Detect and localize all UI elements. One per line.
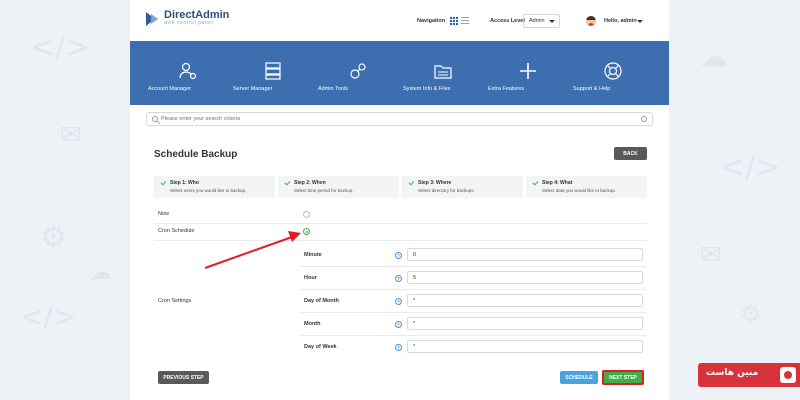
day-of-month-field[interactable]: * <box>407 294 643 307</box>
watermark-badge: مبین هاست <box>698 363 800 387</box>
watermark-text: مبین هاست <box>706 368 759 378</box>
list-view-icon[interactable] <box>461 17 469 25</box>
menu-label: Support & Help <box>573 86 611 92</box>
help-icon[interactable]: ? <box>395 275 402 282</box>
menu-support-help[interactable]: Support & Help <box>573 61 653 92</box>
access-level-select[interactable]: Admin <box>523 14 560 28</box>
step-title: Step 3: Where <box>418 180 452 186</box>
step-title: Step 2: When <box>294 180 326 186</box>
step-2[interactable]: Step 2: When Select time period for back… <box>278 176 399 198</box>
help-icon[interactable]: ? <box>395 298 402 305</box>
now-label: Now <box>158 211 170 217</box>
chevron-down-icon[interactable] <box>637 20 643 23</box>
now-radio[interactable] <box>303 211 310 218</box>
logo-icon <box>146 11 160 26</box>
step-3[interactable]: Step 3: Where Select directory for backu… <box>402 176 523 198</box>
menu-admin-tools[interactable]: Admin Tools <box>318 61 398 92</box>
server-icon <box>265 62 281 80</box>
page-title: Schedule Backup <box>154 149 238 160</box>
cron-schedule-radio[interactable] <box>303 228 310 235</box>
access-level-label: Access Level <box>490 18 525 24</box>
day-of-week-label: Day of Week <box>304 344 337 350</box>
avatar[interactable] <box>586 16 596 26</box>
day-of-week-field[interactable]: * <box>407 340 643 353</box>
step-4[interactable]: Step 4: What Select data you would like … <box>526 176 647 198</box>
top-bar: DirectAdmin web control panel Navigation… <box>130 0 669 41</box>
user-greeting[interactable]: Hello, admin <box>604 18 637 24</box>
row-divider <box>154 240 647 241</box>
menu-extra-features[interactable]: Extra Features <box>488 61 568 92</box>
check-icon <box>408 179 415 186</box>
search-icon <box>152 116 158 122</box>
menu-account-manager[interactable]: Account Manager <box>148 61 228 92</box>
hour-field[interactable]: 5 <box>407 271 643 284</box>
menu-label: Extra Features <box>488 86 525 92</box>
row-divider <box>300 335 647 336</box>
month-label: Month <box>304 321 321 327</box>
users-gear-icon <box>179 62 197 80</box>
folder-icon <box>434 65 452 79</box>
step-title: Step 4: What <box>542 180 573 186</box>
menu-label: System Info & Files <box>403 86 451 92</box>
help-icon[interactable]: ? <box>395 344 402 351</box>
menu-label: Account Manager <box>148 86 192 92</box>
next-step-button[interactable]: NEXT STEP <box>602 370 644 385</box>
row-divider <box>300 266 647 267</box>
step-description: Select users you would like to backup. <box>170 188 247 193</box>
chevron-down-icon <box>549 20 555 23</box>
previous-step-button[interactable]: PREVIOUS STEP <box>158 371 209 384</box>
step-description: Select time period for backup. <box>294 188 354 193</box>
watermark-logo-icon <box>780 367 796 383</box>
main-panel: DirectAdmin web control panel Navigation… <box>130 0 669 400</box>
search-input[interactable] <box>161 114 631 124</box>
menu-server-manager[interactable]: Server Manager <box>233 61 313 92</box>
search-bar <box>146 112 653 126</box>
grid-view-icon[interactable] <box>450 17 458 25</box>
navigation-label: Navigation <box>417 18 446 24</box>
menu-label: Server Manager <box>233 86 273 92</box>
step-1[interactable]: Step 1: Who Select users you would like … <box>154 176 275 198</box>
check-icon <box>532 179 539 186</box>
row-divider <box>300 312 647 313</box>
row-divider <box>300 289 647 290</box>
minute-label: Minute <box>304 252 322 258</box>
help-icon[interactable]: ? <box>395 252 402 259</box>
month-field[interactable]: * <box>407 317 643 330</box>
access-level-value: Admin <box>529 18 545 24</box>
step-title: Step 1: Who <box>170 180 199 186</box>
tools-icon <box>350 63 366 79</box>
back-button[interactable]: BACK <box>614 147 647 160</box>
brand-tagline: web control panel <box>164 20 214 26</box>
step-description: Select directory for backups. <box>418 188 475 193</box>
wizard-steps: Step 1: Who Select users you would like … <box>154 176 647 198</box>
cron-schedule-label: Cron Schedule <box>158 228 195 234</box>
lifebuoy-icon <box>604 62 622 80</box>
day-of-month-label: Day of Month <box>304 298 339 304</box>
plus-icon <box>520 63 536 79</box>
minute-field[interactable]: 0 <box>407 248 643 261</box>
step-description: Select data you would like to backup. <box>542 188 617 193</box>
brand-name: DirectAdmin <box>164 9 230 21</box>
schedule-button[interactable]: SCHEDULE <box>560 371 598 384</box>
menu-system-info-files[interactable]: System Info & Files <box>403 61 483 92</box>
search-clear-icon[interactable] <box>641 116 647 122</box>
help-icon[interactable]: ? <box>395 321 402 328</box>
hour-label: Hour <box>304 275 317 281</box>
menu-label: Admin Tools <box>318 86 348 92</box>
check-icon <box>284 179 291 186</box>
brand-logo[interactable]: DirectAdmin web control panel <box>146 10 229 27</box>
check-icon <box>160 179 167 186</box>
row-divider <box>154 223 647 224</box>
cron-settings-label: Cron Settings <box>158 298 192 304</box>
main-menu-banner: Account Manager Server Manager Admin Too… <box>130 41 669 105</box>
